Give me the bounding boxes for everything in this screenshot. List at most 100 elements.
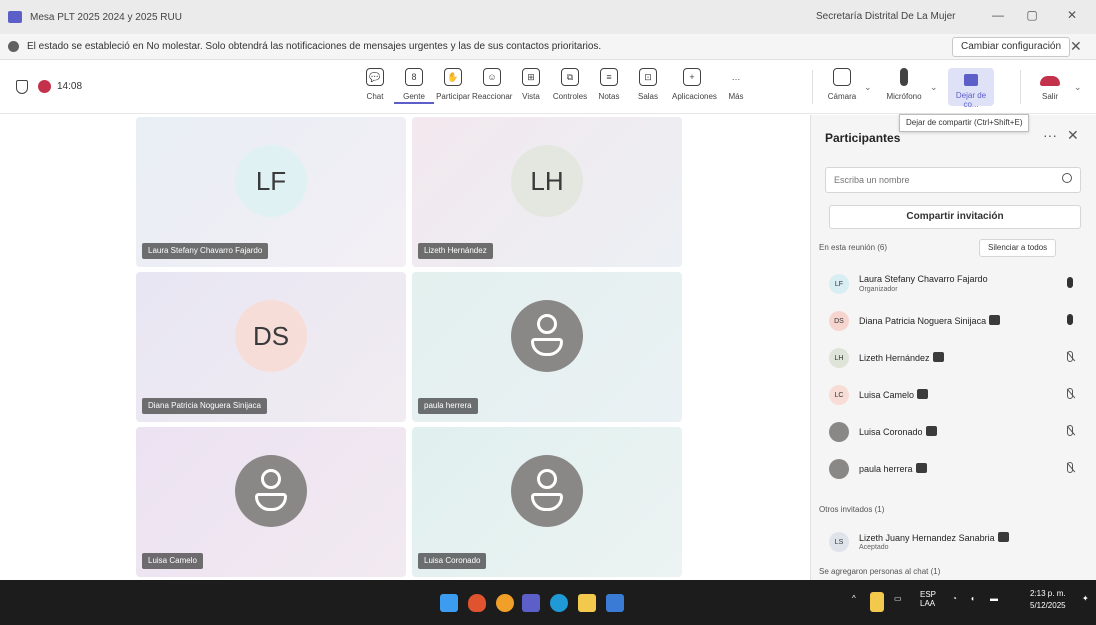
meeting-timer: 14:08 bbox=[57, 81, 83, 92]
participant-name-label: Lizeth Hernández bbox=[418, 243, 493, 259]
participant-name-label: paula herrera bbox=[418, 398, 478, 414]
external-badge-icon bbox=[997, 532, 1009, 542]
participant-name-label: Laura Stefany Chavarro Fajardo bbox=[142, 243, 269, 259]
stop-sharing-tooltip: Dejar de compartir (Ctrl+Shift+E) bbox=[899, 114, 1030, 132]
camera-button[interactable]: Cámara bbox=[822, 68, 862, 101]
participant-name: Luisa Camelo bbox=[859, 389, 929, 400]
more-options-icon[interactable]: ··· bbox=[1043, 127, 1057, 143]
microphone-icon bbox=[900, 68, 908, 86]
participant-tile[interactable]: paula herrera bbox=[412, 272, 682, 422]
participant-list-item[interactable]: LF Laura Stefany Chavarro Fajardo Organi… bbox=[825, 267, 1087, 301]
title-bar: Mesa PLT 2025 2024 y 2025 RUU Secretaría… bbox=[0, 0, 1096, 34]
participant-search[interactable] bbox=[825, 167, 1081, 193]
toolbar-label: Participar bbox=[436, 92, 470, 101]
notification-close-icon[interactable]: ✕ bbox=[1070, 38, 1082, 55]
mute-all-button[interactable]: Silenciar a todos bbox=[979, 239, 1057, 257]
toolbar-apps-button[interactable]: + Aplicaciones bbox=[672, 68, 717, 101]
toolbar-react-button[interactable]: ☺ Reaccionar bbox=[472, 68, 512, 101]
system-clock[interactable]: 2:13 p. m. 5/12/2025 bbox=[1030, 588, 1066, 612]
teams-taskbar-icon[interactable] bbox=[522, 594, 540, 612]
participant-tile[interactable]: LH Lizeth Hernández bbox=[412, 117, 682, 267]
avatar: LH bbox=[829, 348, 849, 368]
language-indicator[interactable]: ESP LAA bbox=[920, 590, 936, 608]
participant-tile[interactable]: DS Diana Patricia Noguera Sinijaca bbox=[136, 272, 406, 422]
display-tray-icon[interactable]: ▭ bbox=[894, 594, 902, 603]
window-close-button[interactable]: ✕ bbox=[1058, 8, 1086, 26]
participant-list-item[interactable]: LC Luisa Camelo bbox=[825, 378, 1087, 412]
microphone-tray-icon[interactable] bbox=[870, 592, 884, 612]
change-settings-button[interactable]: Cambiar configuración bbox=[952, 37, 1071, 57]
participant-role: Organizador bbox=[859, 286, 898, 293]
participant-list-item[interactable]: Luisa Coronado bbox=[825, 415, 1087, 449]
participant-search-input[interactable] bbox=[826, 168, 1046, 192]
toolbar-raise-hand-button[interactable]: ✋ Participar bbox=[433, 68, 473, 101]
edge-icon[interactable] bbox=[550, 594, 568, 612]
windows-start-icon[interactable] bbox=[440, 594, 458, 612]
participant-list-item[interactable]: DS Diana Patricia Noguera Sinijaca bbox=[825, 304, 1087, 338]
camera-options-chevron-icon[interactable]: ⌄ bbox=[864, 82, 872, 93]
toolbar-more-button[interactable]: … Más bbox=[716, 68, 756, 101]
leave-button[interactable]: Salir bbox=[1030, 68, 1070, 101]
meeting-toolbar: 14:08 💬 Chat 8 Gente ✋ Participar ☺ Reac… bbox=[0, 60, 1096, 114]
toolbar-chat-button[interactable]: 💬 Chat bbox=[355, 68, 395, 101]
participant-name: Luisa Coronado bbox=[859, 426, 937, 437]
outlook-icon[interactable] bbox=[606, 594, 624, 612]
others-invited-section-header[interactable]: Otros invitados (1) bbox=[819, 505, 884, 514]
participant-name: Diana Patricia Noguera Sinijaca bbox=[859, 315, 1001, 326]
participant-list-item[interactable]: paula herrera bbox=[825, 452, 1087, 486]
participant-list-item[interactable]: LH Lizeth Hernández bbox=[825, 341, 1087, 375]
toolbar-label: Aplicaciones bbox=[672, 92, 717, 101]
do-not-disturb-icon bbox=[8, 41, 19, 52]
volume-icon[interactable]: ◖ bbox=[970, 594, 975, 603]
battery-icon[interactable]: ▬ bbox=[990, 594, 998, 603]
participant-tile[interactable]: Luisa Camelo bbox=[136, 427, 406, 577]
maximize-button[interactable]: ▢ bbox=[1018, 8, 1046, 26]
toolbar-divider bbox=[812, 70, 813, 104]
invited-list-item[interactable]: LS Lizeth Juany Hernandez Sanabria Acept… bbox=[825, 525, 1087, 559]
more-icon: … bbox=[731, 72, 741, 82]
toolbar-view-button[interactable]: ⊞ Vista bbox=[511, 68, 551, 101]
toolbar-controls-button[interactable]: ⧉ Controles bbox=[550, 68, 590, 101]
person-avatar-icon bbox=[829, 459, 849, 479]
notifications-icon[interactable]: ✦ bbox=[1082, 594, 1089, 603]
file-explorer-icon[interactable] bbox=[578, 594, 596, 612]
wifi-icon[interactable]: ◔ bbox=[952, 594, 957, 603]
participant-tile[interactable]: LF Laura Stefany Chavarro Fajardo bbox=[136, 117, 406, 267]
organization-label: Secretaría Distrital De La Mujer bbox=[816, 11, 956, 22]
participants-panel: Participantes ··· ✕ Compartir invitación… bbox=[810, 115, 1096, 580]
chrome-icon[interactable] bbox=[496, 594, 514, 612]
brave-browser-icon[interactable] bbox=[468, 594, 486, 612]
toolbar-label: Vista bbox=[522, 92, 540, 101]
participant-tile[interactable]: Luisa Coronado bbox=[412, 427, 682, 577]
share-invite-button[interactable]: Compartir invitación bbox=[829, 205, 1081, 229]
chat-section-header[interactable]: Se agregaron personas al chat (1) bbox=[819, 567, 940, 576]
toolbar-rooms-button[interactable]: ⊡ Salas bbox=[628, 68, 668, 101]
search-icon bbox=[1062, 173, 1072, 183]
panel-close-icon[interactable]: ✕ bbox=[1067, 127, 1079, 144]
toolbar-label: Notas bbox=[598, 92, 620, 101]
toolbar-label: Micrófono bbox=[886, 92, 922, 101]
recording-icon bbox=[38, 80, 51, 93]
participant-name: paula herrera bbox=[859, 463, 927, 474]
participant-name: Lizeth Hernández bbox=[859, 352, 944, 363]
camera-off-icon bbox=[833, 68, 851, 86]
avatar: DS bbox=[235, 300, 307, 372]
toolbar-label: Salir bbox=[1041, 92, 1058, 101]
microphone-button[interactable]: Micrófono bbox=[884, 68, 924, 101]
toolbar-people-button[interactable]: 8 Gente bbox=[394, 68, 434, 104]
participant-name-label: Luisa Camelo bbox=[142, 553, 203, 569]
language-code: ESP bbox=[920, 590, 937, 599]
toolbar-label: Chat bbox=[366, 92, 384, 101]
teams-app-icon bbox=[8, 11, 22, 23]
mic-options-chevron-icon[interactable]: ⌄ bbox=[930, 82, 938, 93]
chevron-up-icon[interactable]: ^ bbox=[852, 594, 856, 603]
toolbar-label: Controles bbox=[552, 92, 588, 101]
toolbar-notes-button[interactable]: ≡ Notas bbox=[589, 68, 629, 101]
in-meeting-section-header[interactable]: En esta reunión (6) bbox=[819, 243, 887, 252]
avatar: DS bbox=[829, 311, 849, 331]
microphone-on-icon bbox=[1067, 314, 1073, 325]
stop-sharing-button[interactable]: Dejar de co... bbox=[948, 68, 994, 109]
avatar: LC bbox=[829, 385, 849, 405]
minimize-button[interactable]: — bbox=[984, 8, 1012, 26]
leave-options-chevron-icon[interactable]: ⌄ bbox=[1074, 82, 1082, 93]
